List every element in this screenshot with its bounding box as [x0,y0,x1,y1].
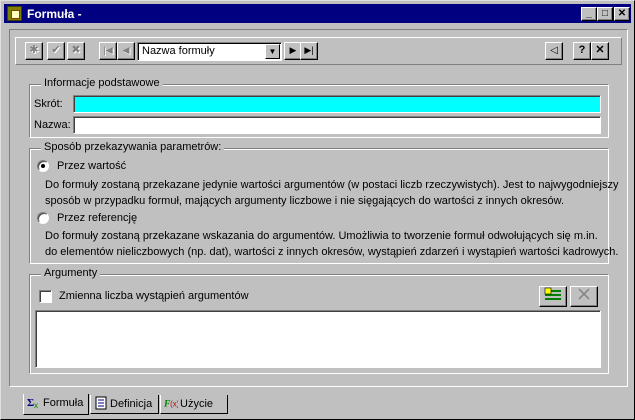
by-value-desc-line2: sposób w przypadku formuł, mających argu… [45,195,565,207]
function-icon: F (x) [164,399,178,410]
by-reference-desc-line1: Do formuły zostaną przekazane wskazania … [45,230,598,242]
formula-window: Formuła - _ □ ✕ ✱ ✔ ✖ |◀ ◀ Nazwa formuły… [0,0,635,420]
by-reference-radio[interactable] [37,212,49,224]
shortcut-label: Skrót: [34,98,63,110]
name-input[interactable] [73,116,601,134]
cancel-button[interactable]: ✖ [67,42,85,60]
help-button[interactable]: ? [573,42,591,60]
by-reference-desc-line2: do elementów nieliczbowych (np. dat), wa… [45,246,619,258]
tab-formula-label: Formuła [43,397,84,409]
document-icon [95,396,107,410]
svg-text:(x): (x) [170,400,178,409]
arguments-legend: Argumenty [41,267,101,279]
delete-icon [578,288,590,300]
maximize-button[interactable]: □ [597,7,613,21]
window-title: Formuła - [27,7,82,21]
basic-info-legend: Informacje podstawowe [41,77,163,89]
new-record-button[interactable]: ✱ [25,42,43,60]
shortcut-input[interactable] [73,95,601,113]
last-record-button[interactable]: ▶| [300,42,318,60]
remove-argument-button[interactable] [570,286,598,307]
tab-usage-label: Użycie [180,398,214,410]
params-legend: Sposób przekazywania parametrów: [41,141,225,153]
minimize-button[interactable]: _ [581,7,597,21]
variable-count-label[interactable]: Zmienna liczba wystąpień argumentów [59,290,249,302]
close-form-button[interactable]: ✕ [591,42,609,60]
prev-record-button[interactable]: ◀ [117,42,135,60]
add-list-icon [544,287,561,300]
tab-usage[interactable]: F (x) Użycie [160,395,228,414]
chevron-down-icon[interactable]: ▼ [265,44,280,59]
by-value-radio[interactable] [37,160,49,172]
back-button[interactable]: ◁ [545,42,563,60]
by-value-desc-line1: Do formuły zostaną przekazane jedynie wa… [45,179,619,191]
svg-text:x: x [34,401,38,409]
name-label: Nazwa: [34,119,71,131]
variable-count-checkbox[interactable] [39,290,52,303]
first-record-button[interactable]: |◀ [99,42,117,60]
tab-formula[interactable]: Σ x Formuła [23,394,89,415]
by-reference-label[interactable]: Przez referencję [57,212,137,224]
formula-name-combo[interactable]: Nazwa formuły ▼ [137,42,282,61]
accept-button[interactable]: ✔ [47,42,65,60]
by-value-label[interactable]: Przez wartość [57,160,126,172]
title-bar[interactable]: Formuła - _ □ ✕ [4,4,631,23]
arguments-list[interactable] [35,310,601,368]
app-icon[interactable] [7,6,22,21]
add-argument-button[interactable] [539,286,567,307]
combo-value: Nazwa formuły [142,45,215,57]
formula-icon: Σ x [27,397,38,409]
tab-definition[interactable]: Definicja [90,395,159,414]
close-window-button[interactable]: ✕ [614,7,630,21]
tab-definition-label: Definicja [110,398,153,410]
